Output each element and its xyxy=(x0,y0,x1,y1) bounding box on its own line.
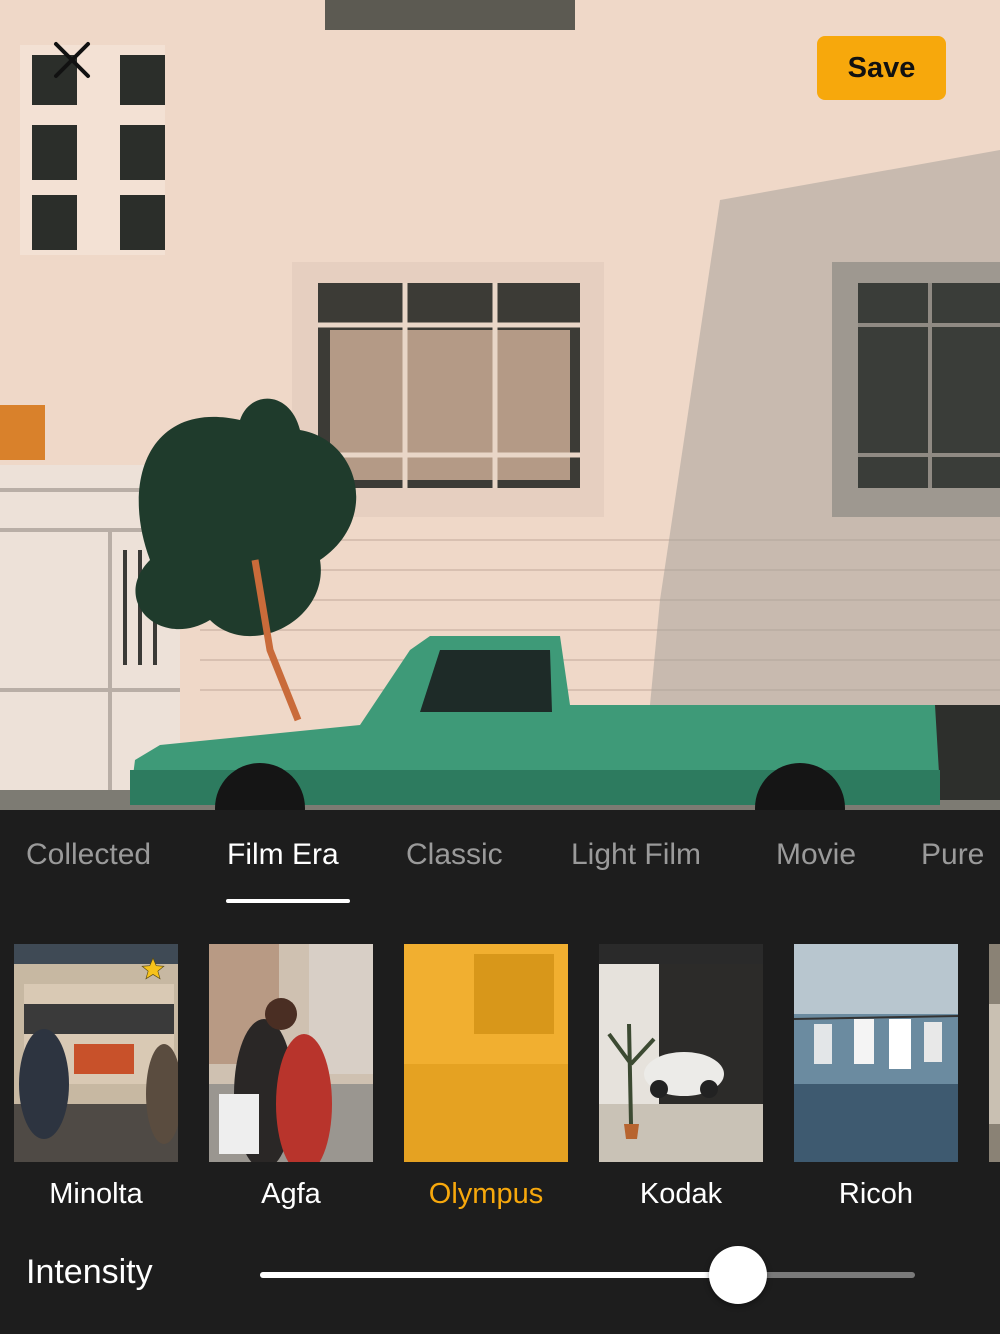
filter-list: Minolta Agfa Olympus Kodak Ricoh xyxy=(0,944,1000,1214)
filter-partial[interactable] xyxy=(989,944,1000,1162)
star-icon xyxy=(141,957,165,980)
filter-thumbnail xyxy=(794,944,958,1162)
active-tab-indicator xyxy=(226,899,350,903)
tab-classic[interactable]: Classic xyxy=(406,838,503,872)
filter-agfa[interactable]: Agfa xyxy=(209,944,373,1210)
filter-label: Agfa xyxy=(261,1178,321,1210)
filter-olympus[interactable]: Olympus xyxy=(404,944,568,1210)
filter-kodak[interactable]: Kodak xyxy=(599,944,763,1210)
slider-fill xyxy=(260,1272,739,1278)
tab-light-film[interactable]: Light Film xyxy=(571,838,701,872)
filter-thumbnail xyxy=(599,944,763,1162)
filter-thumbnail xyxy=(209,944,373,1162)
filter-panel: Collected Film Era Classic Light Film Mo… xyxy=(0,810,1000,1334)
intensity-label: Intensity xyxy=(26,1253,153,1291)
photo-image xyxy=(0,0,1000,810)
filter-label: Ricoh xyxy=(838,1178,914,1210)
filter-thumbnail xyxy=(14,944,178,1162)
filter-label: Olympus xyxy=(428,1178,544,1210)
close-button[interactable] xyxy=(52,40,112,100)
category-tabs: Collected Film Era Classic Light Film Mo… xyxy=(0,810,1000,910)
filter-thumbnail xyxy=(404,944,568,1162)
filter-thumbnail xyxy=(989,944,1000,1162)
close-icon xyxy=(54,42,90,78)
tab-movie[interactable]: Movie xyxy=(776,838,856,872)
tab-pure[interactable]: Pure xyxy=(921,838,984,872)
filter-label: Minolta xyxy=(49,1178,143,1210)
filter-label: Kodak xyxy=(639,1178,723,1210)
filter-minolta[interactable]: Minolta xyxy=(14,944,178,1210)
save-button[interactable]: Save xyxy=(817,36,946,100)
intensity-slider[interactable] xyxy=(260,1246,915,1304)
slider-handle[interactable] xyxy=(709,1246,768,1304)
tab-collected[interactable]: Collected xyxy=(26,838,151,872)
selected-overlay xyxy=(404,944,568,1162)
tab-film-era[interactable]: Film Era xyxy=(227,838,339,872)
filter-ricoh[interactable]: Ricoh xyxy=(794,944,958,1210)
photo-preview: Save xyxy=(0,0,1000,810)
